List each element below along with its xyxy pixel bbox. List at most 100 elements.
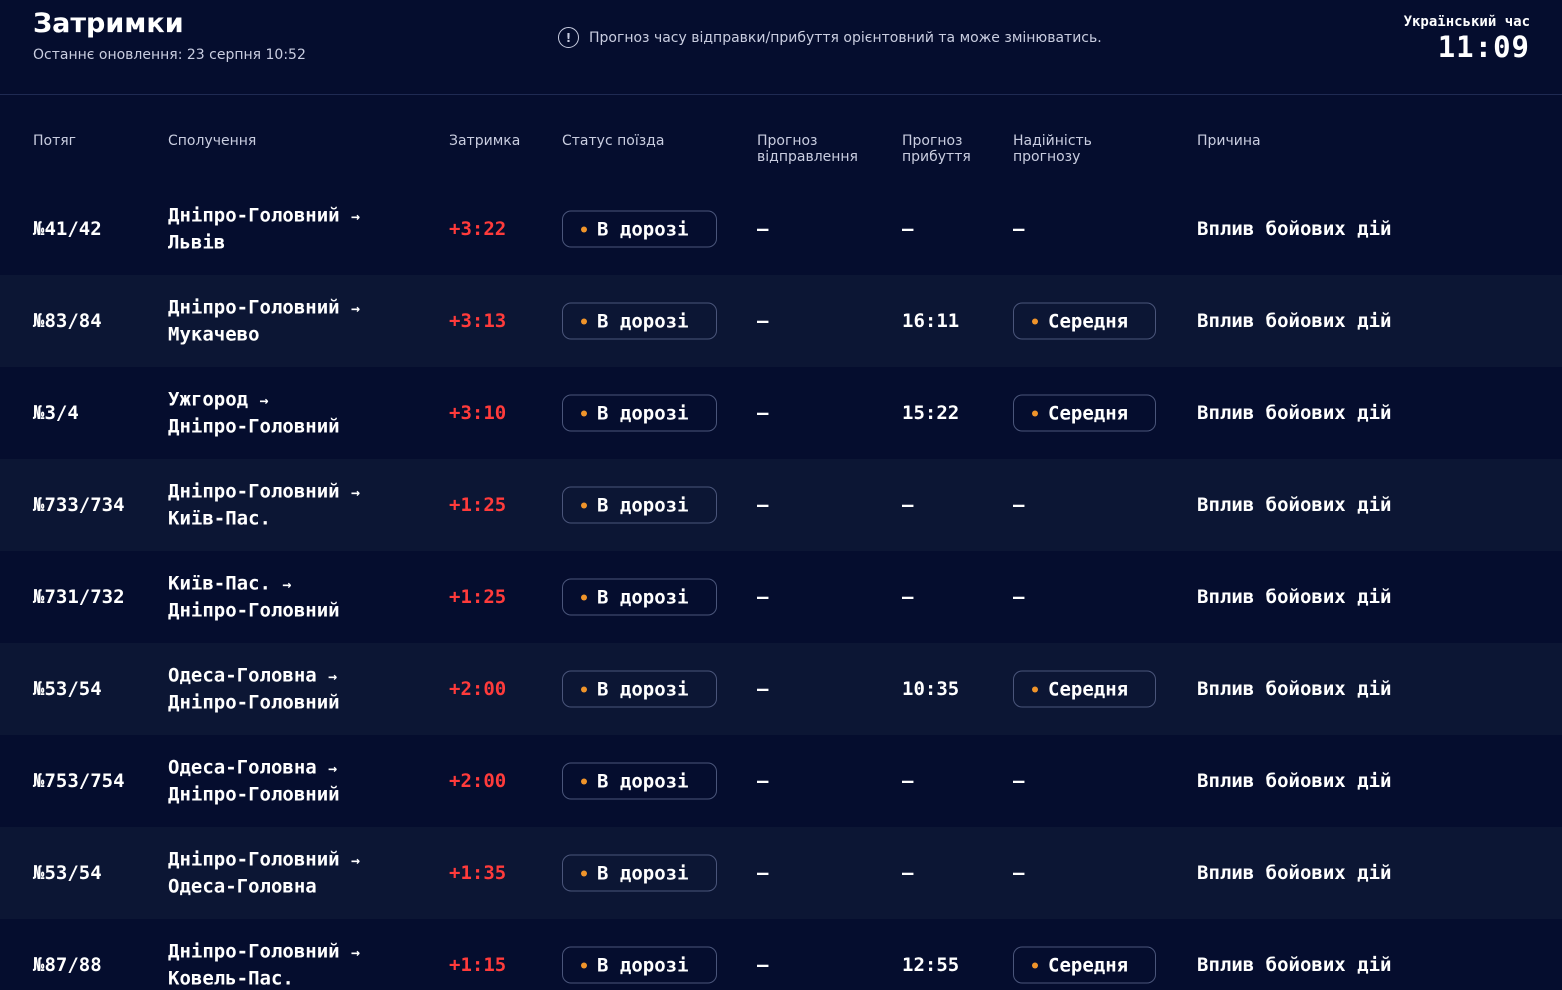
column-dep-forecast: Прогноз відправлення <box>757 133 858 165</box>
info-icon: ! <box>558 27 579 48</box>
status-dot-icon <box>581 410 587 416</box>
arr-forecast: 16:11 <box>902 310 960 332</box>
route-to: Ковель-Пас. <box>168 967 294 990</box>
status-dot-icon <box>581 870 587 876</box>
dep-forecast: — <box>757 954 769 976</box>
arrow-right-icon: → <box>282 575 292 594</box>
delay-value: +1:25 <box>449 494 507 516</box>
dep-forecast: — <box>757 218 769 240</box>
status-badge: В дорозі <box>562 578 717 616</box>
route: Київ-Пас. → Дніпро-Головний <box>168 571 340 624</box>
table-row[interactable]: №87/88 Дніпро-Головний → Ковель-Пас. +1:15 В… <box>0 919 1562 990</box>
status-badge: В дорозі <box>562 486 717 524</box>
table-row[interactable]: №53/54 Дніпро-Головний → Одеса-Головна +1:3… <box>0 827 1562 919</box>
reliability-text: Середня <box>1048 402 1129 424</box>
delay-reason: Вплив бойових дій <box>1197 494 1392 516</box>
reliability-dot-icon <box>1032 686 1038 692</box>
delay-value: +2:00 <box>449 678 507 700</box>
column-dep-forecast-line2: відправлення <box>757 149 858 165</box>
forecast-notice: ! Прогноз часу відправки/прибуття орієнт… <box>558 27 1102 48</box>
arrow-right-icon: → <box>328 667 338 686</box>
route-to: Львів <box>168 231 226 254</box>
reliability-dot-icon <box>1032 410 1038 416</box>
status-text: В дорозі <box>597 678 689 700</box>
reliability-value: — <box>1013 494 1025 516</box>
route: Дніпро-Головний → Мукачево <box>168 295 360 348</box>
column-dep-forecast-line1: Прогноз <box>757 133 818 149</box>
route-from: Дніпро-Головний <box>168 204 340 227</box>
status-badge: В дорозі <box>562 302 717 340</box>
route: Дніпро-Головний → Ковель-Пас. <box>168 939 360 990</box>
table-row[interactable]: №731/732 Київ-Пас. → Дніпро-Головний +1:25 В… <box>0 551 1562 643</box>
route-from: Дніпро-Головний <box>168 480 340 503</box>
delay-reason: Вплив бойових дій <box>1197 678 1392 700</box>
status-text: В дорозі <box>597 770 689 792</box>
delay-value: +1:25 <box>449 586 507 608</box>
route-from: Дніпро-Головний <box>168 940 340 963</box>
train-number: №753/754 <box>33 770 125 792</box>
train-number: №41/42 <box>33 218 102 240</box>
table-row[interactable]: №83/84 Дніпро-Головний → Мукачево +3:13 В до… <box>0 275 1562 367</box>
status-badge: В дорозі <box>562 670 717 708</box>
arr-forecast: — <box>902 770 914 792</box>
status-badge: В дорозі <box>562 210 717 248</box>
table-row[interactable]: №3/4 Ужгород → Дніпро-Головний +3:10 В дороз… <box>0 367 1562 459</box>
delay-reason: Вплив бойових дій <box>1197 586 1392 608</box>
route-from: Київ-Пас. <box>168 572 271 595</box>
reliability-dot-icon <box>1032 318 1038 324</box>
arr-forecast: 15:22 <box>902 402 960 424</box>
page-title: Затримки <box>33 8 184 39</box>
status-text: В дорозі <box>597 862 689 884</box>
train-number: №53/54 <box>33 678 102 700</box>
route-from: Одеса-Головна <box>168 664 317 687</box>
arrow-right-icon: → <box>351 207 361 226</box>
route: Дніпро-Головний → Одеса-Головна <box>168 847 360 900</box>
column-route: Сполучення <box>168 133 257 149</box>
status-badge: В дорозі <box>562 394 717 432</box>
train-number: №731/732 <box>33 586 125 608</box>
arr-forecast: — <box>902 586 914 608</box>
delay-reason: Вплив бойових дій <box>1197 218 1392 240</box>
table-row[interactable]: №41/42 Дніпро-Головний → Львів +3:22 В дороз… <box>0 183 1562 275</box>
delay-value: +2:00 <box>449 770 507 792</box>
delay-reason: Вплив бойових дій <box>1197 310 1392 332</box>
route-from: Ужгород <box>168 388 249 411</box>
status-badge: В дорозі <box>562 762 717 800</box>
arr-forecast: 12:55 <box>902 954 960 976</box>
status-text: В дорозі <box>597 218 689 240</box>
column-reason: Причина <box>1197 133 1261 149</box>
table-row[interactable]: №753/754 Одеса-Головна → Дніпро-Головний +2… <box>0 735 1562 827</box>
table-header: Потяг Сполучення Затримка Статус поїзда … <box>0 95 1562 183</box>
delay-reason: Вплив бойових дій <box>1197 770 1392 792</box>
reliability-text: Середня <box>1048 678 1129 700</box>
route-to: Дніпро-Головний <box>168 415 340 438</box>
table-row[interactable]: №733/734 Дніпро-Головний → Київ-Пас. +1:25 В… <box>0 459 1562 551</box>
dep-forecast: — <box>757 586 769 608</box>
clock-time: 11:09 <box>1437 30 1530 64</box>
status-text: В дорозі <box>597 402 689 424</box>
delay-value: +1:35 <box>449 862 507 884</box>
arrow-right-icon: → <box>328 759 338 778</box>
train-number: №83/84 <box>33 310 102 332</box>
route-to: Дніпро-Головний <box>168 599 340 622</box>
route-to: Дніпро-Головний <box>168 691 340 714</box>
reliability-badge: Середня <box>1013 946 1156 984</box>
table-row[interactable]: №53/54 Одеса-Головна → Дніпро-Головний +2:0… <box>0 643 1562 735</box>
status-text: В дорозі <box>597 954 689 976</box>
column-arr-forecast-line2: прибуття <box>902 149 971 165</box>
reliability-dot-icon <box>1032 962 1038 968</box>
delay-reason: Вплив бойових дій <box>1197 402 1392 424</box>
column-status: Статус поїзда <box>562 133 665 149</box>
last-updated: Останнє оновлення: 23 серпня 10:52 <box>33 47 306 63</box>
route-to: Мукачево <box>168 323 260 346</box>
route: Одеса-Головна → Дніпро-Головний <box>168 755 340 808</box>
status-text: В дорозі <box>597 310 689 332</box>
route: Ужгород → Дніпро-Головний <box>168 387 340 440</box>
route: Дніпро-Головний → Львів <box>168 203 360 256</box>
arrow-right-icon: → <box>351 299 361 318</box>
status-dot-icon <box>581 502 587 508</box>
column-train: Потяг <box>33 133 77 149</box>
status-dot-icon <box>581 318 587 324</box>
dep-forecast: — <box>757 402 769 424</box>
route-to: Одеса-Головна <box>168 875 317 898</box>
